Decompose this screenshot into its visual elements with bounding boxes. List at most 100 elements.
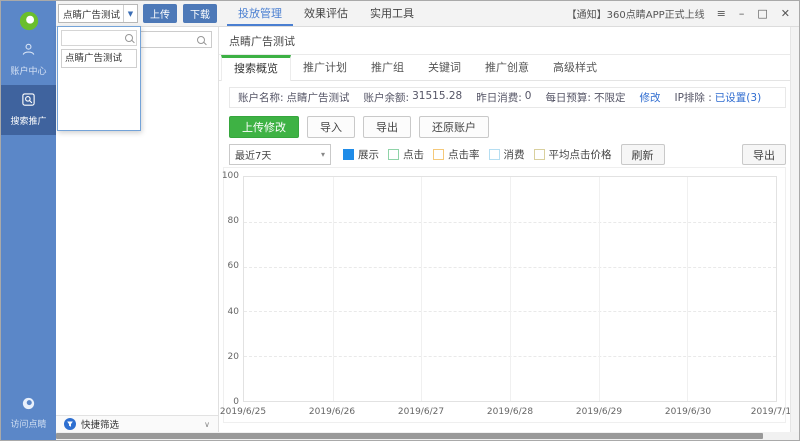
chevron-down-icon[interactable]: ∨ xyxy=(204,420,210,429)
chart-y-axis: 100 80 60 40 20 0 xyxy=(224,176,241,402)
checkbox-avg-cpc[interactable] xyxy=(534,149,545,160)
horizontal-scrollbar-thumb[interactable] xyxy=(56,433,763,439)
upload-button[interactable]: 上传 xyxy=(143,4,177,23)
x-tick: 2019/6/25 xyxy=(220,407,266,417)
quick-filter-label: 快捷筛选 xyxy=(81,417,119,431)
search-icon xyxy=(125,34,133,42)
ip-exclude-link[interactable]: 已设置(3) xyxy=(715,90,761,105)
chart-export-button[interactable]: 导出 xyxy=(742,144,786,165)
y-tick: 80 xyxy=(228,216,239,226)
daily-budget-label: 每日预算: xyxy=(545,90,591,105)
account-dropdown-popup: 点睛广告测试 xyxy=(57,26,141,131)
maximize-icon[interactable]: □ xyxy=(757,8,767,19)
import-button[interactable]: 导入 xyxy=(307,116,355,138)
tab-promotion-group[interactable]: 推广组 xyxy=(359,55,416,80)
actions-row: 上传修改 导入 导出 还原账户 xyxy=(229,116,790,138)
y-tick: 40 xyxy=(228,307,239,317)
balance-value: 31515.28 xyxy=(412,90,462,105)
date-range-select[interactable]: 最近7天 ▾ xyxy=(229,144,331,165)
nav-effect-evaluation[interactable]: 效果评估 xyxy=(293,1,359,26)
account-info-bar: 账户名称:点睛广告测试 账户余额:31515.28 昨日消费:0 每日预算:不限… xyxy=(229,87,786,108)
sidebar-item-label: 搜索推广 xyxy=(10,114,46,127)
y-tick: 20 xyxy=(228,352,239,362)
tab-keywords[interactable]: 关键词 xyxy=(416,55,473,80)
horizontal-scrollbar xyxy=(56,432,799,440)
main-content: 点睛广告测试 搜索概览 推广计划 推广组 关键词 推广创意 高级样式 账户名称:… xyxy=(219,27,790,432)
download-button[interactable]: 下载 xyxy=(183,4,217,23)
chart-x-axis: 2019/6/25 2019/6/26 2019/6/27 2019/6/28 … xyxy=(243,407,777,419)
ip-exclude-label: IP排除 : xyxy=(674,90,711,105)
sidebar-item-label: 账户中心 xyxy=(10,64,46,77)
app-window: 账户中心 搜索推广 访问点睛 点睛广告测试 xyxy=(0,0,800,441)
metric-impressions[interactable]: 展示 xyxy=(343,147,379,162)
chart: 100 80 60 40 20 0 2019/6/25 2019/6/ xyxy=(223,167,786,423)
quick-filter-bar[interactable]: 快捷筛选 ∨ xyxy=(56,415,218,432)
y-tick: 100 xyxy=(222,171,239,181)
account-name-value: 点睛广告测试 xyxy=(287,90,350,105)
balance-label: 账户余额: xyxy=(364,90,410,105)
search-promotion-icon xyxy=(21,92,36,111)
metric-avg-cpc[interactable]: 平均点击价格 xyxy=(534,147,612,162)
chart-plot-area xyxy=(243,176,777,402)
dropdown-search-input[interactable] xyxy=(62,33,125,43)
refresh-button[interactable]: 刷新 xyxy=(621,144,665,165)
notice-banner[interactable]: 【通知】360点睛APP正式上线 xyxy=(567,6,705,21)
account-combobox-value: 点睛广告测试 xyxy=(59,7,123,21)
vertical-scrollbar[interactable] xyxy=(790,27,799,432)
sidebar-item-search-promotion[interactable]: 搜索推广 xyxy=(1,85,56,135)
metric-clicks[interactable]: 点击 xyxy=(388,147,424,162)
nav-delivery-management[interactable]: 投放管理 xyxy=(227,1,293,26)
metric-checkboxes: 展示 点击 点击率 消费 平均点击价格 xyxy=(343,147,621,162)
tab-promotion-plan[interactable]: 推广计划 xyxy=(291,55,359,80)
export-button[interactable]: 导出 xyxy=(363,116,411,138)
main-nav: 投放管理 效果评估 实用工具 xyxy=(227,1,425,26)
sidebar-visit-dianjing[interactable]: 访问点睛 xyxy=(1,396,56,430)
account-name-label: 账户名称: xyxy=(238,90,284,105)
x-tick: 2019/6/28 xyxy=(487,407,533,417)
checkbox-ctr[interactable] xyxy=(433,149,444,160)
sidebar-item-account-center[interactable]: 账户中心 xyxy=(1,35,56,85)
dianjing-logo-icon xyxy=(21,396,36,415)
minimize-icon[interactable]: – xyxy=(739,8,745,19)
y-tick: 0 xyxy=(233,397,239,407)
upload-changes-button[interactable]: 上传修改 xyxy=(229,116,299,138)
checkbox-clicks[interactable] xyxy=(388,149,399,160)
app-logo-icon xyxy=(1,1,56,35)
modify-link[interactable]: 修改 xyxy=(639,90,660,105)
window-controls: ≡ – □ ✕ xyxy=(717,8,790,19)
dropdown-search-box xyxy=(61,30,137,46)
date-range-value: 最近7天 xyxy=(235,147,321,162)
top-toolbar: 点睛广告测试 ▼ 上传 下载 投放管理 效果评估 实用工具 【通知】360点睛A… xyxy=(56,1,799,27)
y-tick: 60 xyxy=(228,261,239,271)
close-icon[interactable]: ✕ xyxy=(781,8,790,19)
tab-promotion-creative[interactable]: 推广创意 xyxy=(473,55,541,80)
x-tick: 2019/6/29 xyxy=(576,407,622,417)
checkbox-impressions[interactable] xyxy=(343,149,354,160)
tab-search-overview[interactable]: 搜索概览 xyxy=(221,55,291,81)
checkbox-cost[interactable] xyxy=(489,149,500,160)
nav-utility-tools[interactable]: 实用工具 xyxy=(359,1,425,26)
subtab-bar: 搜索概览 推广计划 推广组 关键词 推广创意 高级样式 xyxy=(219,55,790,81)
account-combobox[interactable]: 点睛广告测试 ▼ xyxy=(58,4,138,23)
x-tick: 2019/6/30 xyxy=(665,407,711,417)
daily-budget-value: 不限定 xyxy=(594,90,626,105)
account-tab-bar: 点睛广告测试 xyxy=(219,27,790,55)
chevron-down-icon[interactable]: ▼ xyxy=(123,5,137,22)
account-tab[interactable]: 点睛广告测试 xyxy=(229,33,295,49)
funnel-icon xyxy=(64,415,76,434)
sidebar: 账户中心 搜索推广 访问点睛 xyxy=(1,1,56,441)
tab-advanced-style[interactable]: 高级样式 xyxy=(541,55,609,80)
restore-account-button[interactable]: 还原账户 xyxy=(419,116,489,138)
menu-icon[interactable]: ≡ xyxy=(717,8,726,19)
yesterday-spend-label: 昨日消费: xyxy=(476,90,522,105)
x-tick: 2019/6/27 xyxy=(398,407,444,417)
yesterday-spend-value: 0 xyxy=(525,90,532,105)
x-tick: 2019/6/26 xyxy=(309,407,355,417)
user-icon xyxy=(21,42,36,61)
search-icon xyxy=(197,36,205,44)
metric-cost[interactable]: 消费 xyxy=(489,147,525,162)
metric-ctr[interactable]: 点击率 xyxy=(433,147,480,162)
dropdown-option-account[interactable]: 点睛广告测试 xyxy=(61,49,137,68)
chevron-down-icon: ▾ xyxy=(321,150,325,159)
x-tick: 2019/7/1 xyxy=(751,407,791,417)
